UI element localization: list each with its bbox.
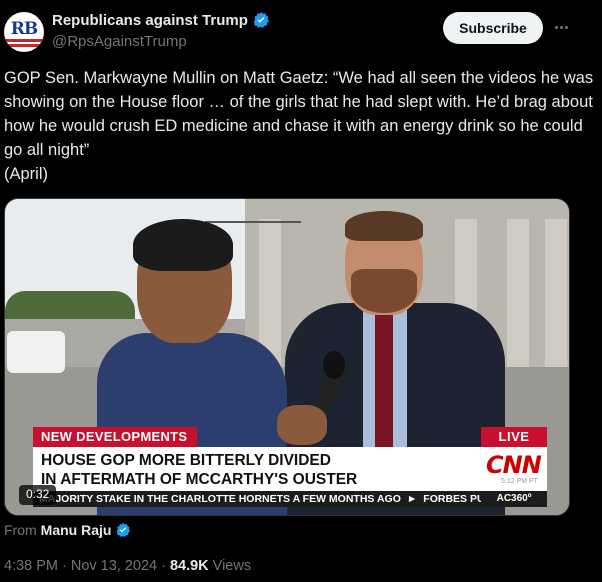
network-time: 5:12 PM PT xyxy=(501,478,538,485)
live-badge: LIVE xyxy=(481,427,547,447)
author-name-row: Republicans against Trump xyxy=(52,11,270,29)
reporter-hand xyxy=(277,405,327,445)
headline-line-2: IN AFTERMATH OF MCCARTHY'S OUSTER xyxy=(41,471,358,488)
author-display-name[interactable]: Republicans against Trump xyxy=(52,12,248,29)
subscribe-button[interactable]: Subscribe xyxy=(443,12,543,44)
media-attribution: From Manu Raju xyxy=(4,522,131,538)
show-tag: AC360º xyxy=(481,491,547,507)
ticker-text-1: MAJORITY STAKE IN THE CHARLOTTE HORNETS … xyxy=(39,493,401,505)
verified-badge-icon[interactable] xyxy=(252,11,270,29)
network-logo: CNN 5:12 PM PT xyxy=(481,447,547,491)
views-label: Views xyxy=(212,558,252,574)
dot xyxy=(559,25,563,29)
tweet-date[interactable]: Nov 13, 2024 xyxy=(71,558,157,574)
tweet: RB Republicans against Trump @RpsAgainst… xyxy=(0,0,602,582)
avatar-stripe xyxy=(4,44,44,47)
attribution-source[interactable]: Manu Raju xyxy=(41,522,112,538)
interviewee-beard xyxy=(351,269,417,313)
video-duration: 0:32 xyxy=(19,485,57,505)
headline-line-1: HOUSE GOP MORE BITTERLY DIVIDED xyxy=(41,452,331,469)
tweet-text: GOP Sen. Markwayne Mullin on Matt Gaetz:… xyxy=(4,69,594,183)
meta-separator: · xyxy=(161,558,166,574)
chyron-headline: HOUSE GOP MORE BITTERLY DIVIDED IN AFTER… xyxy=(33,447,481,491)
cnn-logo: CNN xyxy=(486,451,542,479)
interviewee-tie xyxy=(375,311,393,461)
news-ticker: MAJORITY STAKE IN THE CHARLOTTE HORNETS … xyxy=(33,491,481,507)
chyron-label: NEW DEVELOPMENTS xyxy=(33,427,198,447)
tweet-meta: 4:38 PM · Nov 13, 2024 · 84.9K Views xyxy=(4,558,251,574)
attribution-prefix: From xyxy=(4,522,37,538)
views-count: 84.9K xyxy=(169,558,209,574)
avatar-stripe xyxy=(4,39,44,42)
video-car xyxy=(7,331,65,373)
more-horizontal-icon[interactable] xyxy=(552,17,570,37)
ticker-arrow-icon: ► xyxy=(406,493,418,505)
tweet-time[interactable]: 4:38 PM xyxy=(4,558,58,574)
microphone-head xyxy=(323,351,345,379)
dot xyxy=(554,25,558,29)
interviewee-hair xyxy=(345,211,423,241)
dot xyxy=(564,25,568,29)
author-handle[interactable]: @RpsAgainstTrump xyxy=(52,33,187,50)
avatar-text: RB xyxy=(10,19,39,39)
avatar[interactable]: RB xyxy=(4,12,44,52)
verified-badge-icon xyxy=(117,523,131,537)
ticker-text-2: FORBES PUTS xyxy=(423,493,481,505)
video-player[interactable]: NEW DEVELOPMENTS LIVE HOUSE GOP MORE BIT… xyxy=(4,198,570,516)
meta-separator: · xyxy=(62,558,67,574)
reporter-hair xyxy=(133,219,233,271)
